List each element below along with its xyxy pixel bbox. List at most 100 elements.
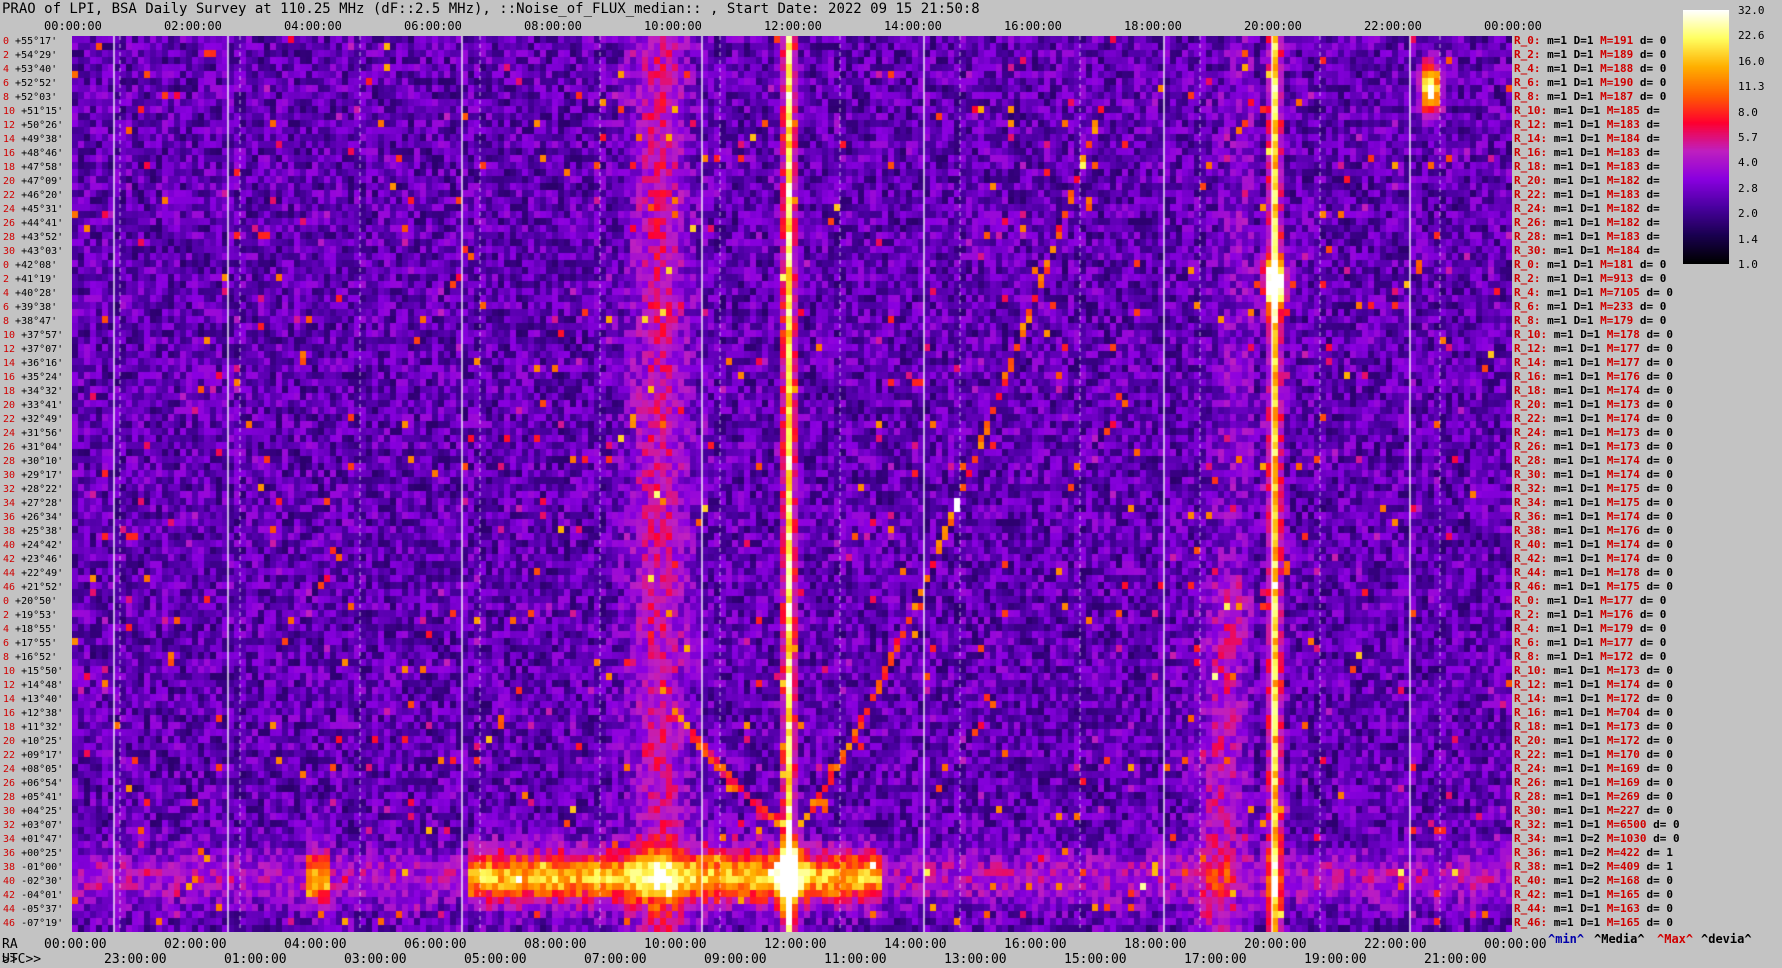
- declination-label: 8 +16°52': [3, 652, 58, 663]
- ra-axis-tick: 16:00:00: [1004, 937, 1067, 952]
- declination-label: 24 +08°05': [3, 764, 64, 775]
- receiver-row: R_14: m=1 D=1 M=184 d=: [1514, 132, 1660, 145]
- utc-axis-label: UTC>>: [2, 952, 42, 967]
- top-axis-tick: 06:00:00: [404, 19, 462, 33]
- colorbar-tick: 2.8: [1738, 181, 1758, 195]
- receiver-row: R_42: m=1 D=1 M=174 d= 0: [1514, 552, 1673, 565]
- receiver-row: R_16: m=1 D=1 M=176 d= 0: [1514, 370, 1673, 383]
- declination-label: 6 +52°52': [3, 78, 58, 89]
- declination-label: 18 +11°32': [3, 722, 64, 733]
- legend-max: ^Max^: [1657, 932, 1694, 946]
- receiver-row: R_12: m=1 D=1 M=174 d= 0: [1514, 678, 1673, 691]
- receiver-row: R_40: m=1 D=1 M=174 d= 0: [1514, 538, 1673, 551]
- ra-axis-tick: 18:00:00: [1124, 937, 1187, 952]
- declination-label: 22 +09°17': [3, 750, 64, 761]
- top-axis-tick: 18:00:00: [1124, 19, 1182, 33]
- top-axis-tick: 22:00:00: [1364, 19, 1422, 33]
- declination-label: 18 +47°58': [3, 162, 64, 173]
- receiver-row: R_4: m=1 D=1 M=188 d= 0: [1514, 62, 1667, 75]
- declination-label: 28 +05°41': [3, 792, 64, 803]
- receiver-row: R_30: m=1 D=1 M=184 d=: [1514, 244, 1660, 257]
- top-axis-tick: 00:00:00: [1484, 19, 1542, 33]
- declination-label: 44 -05°37': [3, 904, 64, 915]
- receiver-row: R_24: m=1 D=1 M=173 d= 0: [1514, 426, 1673, 439]
- receiver-row: R_30: m=1 D=1 M=174 d= 0: [1514, 468, 1673, 481]
- declination-label: 0 +42°08': [3, 260, 58, 271]
- declination-label: 26 +44°41': [3, 218, 64, 229]
- receiver-row: R_8: m=1 D=1 M=179 d= 0: [1514, 314, 1667, 327]
- declination-label: 4 +40°28': [3, 288, 58, 299]
- ra-axis-tick: 12:00:00: [764, 937, 827, 952]
- receiver-row: R_46: m=1 D=1 M=165 d= 0: [1514, 916, 1673, 929]
- declination-label: 2 +19°53': [3, 610, 58, 621]
- colorbar-tick: 8.0: [1738, 105, 1758, 119]
- receiver-row: R_10: m=1 D=1 M=185 d=: [1514, 104, 1660, 117]
- colorbar-tick: 1.4: [1738, 232, 1758, 246]
- declination-label: 14 +13°40': [3, 694, 64, 705]
- receiver-row: R_12: m=1 D=1 M=177 d= 0: [1514, 342, 1673, 355]
- receiver-row: R_34: m=1 D=2 M=1030 d= 0: [1514, 832, 1680, 845]
- declination-label: 14 +49°38': [3, 134, 64, 145]
- receiver-row: R_26: m=1 D=1 M=169 d= 0: [1514, 776, 1673, 789]
- declination-label: 16 +48°46': [3, 148, 64, 159]
- utc-axis-tick: 21:00:00: [1424, 952, 1487, 967]
- declination-label: 6 +39°38': [3, 302, 58, 313]
- receiver-row: R_38: m=1 D=1 M=176 d= 0: [1514, 524, 1673, 537]
- receiver-row: R_20: m=1 D=1 M=172 d= 0: [1514, 734, 1673, 747]
- ra-axis-tick: 20:00:00: [1244, 937, 1307, 952]
- ra-axis-tick: 04:00:00: [284, 937, 347, 952]
- declination-label: 14 +36°16': [3, 358, 64, 369]
- receiver-row: R_10: m=1 D=1 M=173 d= 0: [1514, 664, 1673, 677]
- top-axis-tick: 14:00:00: [884, 19, 942, 33]
- utc-axis-tick: 15:00:00: [1064, 952, 1127, 967]
- receiver-row: R_46: m=1 D=1 M=175 d= 0: [1514, 580, 1673, 593]
- receiver-row: R_6: m=1 D=1 M=177 d= 0: [1514, 636, 1667, 649]
- receiver-row: R_28: m=1 D=1 M=269 d= 0: [1514, 790, 1673, 803]
- receiver-row: R_22: m=1 D=1 M=174 d= 0: [1514, 412, 1673, 425]
- declination-label: 12 +37°07': [3, 344, 64, 355]
- colorbar-tick: 32.0: [1738, 4, 1765, 17]
- legend-devia: ^devia^: [1701, 932, 1752, 946]
- receiver-row: R_12: m=1 D=1 M=183 d=: [1514, 118, 1660, 131]
- declination-label: 16 +35°24': [3, 372, 64, 383]
- declination-label: 0 +20°50': [3, 596, 58, 607]
- declination-label: 28 +30°10': [3, 456, 64, 467]
- declination-label: 28 +43°52': [3, 232, 64, 243]
- declination-label: 32 +28°22': [3, 484, 64, 495]
- declination-label: 2 +41°19': [3, 274, 58, 285]
- receiver-row: R_2: m=1 D=1 M=189 d= 0: [1514, 48, 1667, 61]
- receiver-row: R_22: m=1 D=1 M=183 d=: [1514, 188, 1660, 201]
- ra-axis-tick: 22:00:00: [1364, 937, 1427, 952]
- heatmap-plot: [72, 36, 1512, 932]
- declination-label: 38 -01°00': [3, 862, 64, 873]
- declination-label: 44 +22°49': [3, 568, 64, 579]
- ra-axis-tick: 00:00:00: [44, 937, 107, 952]
- declination-label: 4 +18°55': [3, 624, 58, 635]
- top-axis-tick: 08:00:00: [524, 19, 582, 33]
- declination-label: 2 +54°29': [3, 50, 58, 61]
- declination-label: 24 +45°31': [3, 204, 64, 215]
- utc-axis-tick: 07:00:00: [584, 952, 647, 967]
- declination-label: 22 +32°49': [3, 414, 64, 425]
- ra-axis-tick: 10:00:00: [644, 937, 707, 952]
- receiver-row: R_14: m=1 D=1 M=177 d= 0: [1514, 356, 1673, 369]
- top-axis-tick: 20:00:00: [1244, 19, 1302, 33]
- utc-axis-tick: 03:00:00: [344, 952, 407, 967]
- declination-label: 30 +43°03': [3, 246, 64, 257]
- declination-label: 16 +12°38': [3, 708, 64, 719]
- declination-label: 42 +23°46': [3, 554, 64, 565]
- receiver-row: R_0: m=1 D=1 M=177 d= 0: [1514, 594, 1667, 607]
- top-axis-tick: 00:00:00: [44, 19, 102, 33]
- utc-axis-tick: 23:00:00: [104, 952, 167, 967]
- receiver-row: R_20: m=1 D=1 M=173 d= 0: [1514, 398, 1673, 411]
- colorbar-tick: 5.7: [1738, 131, 1758, 144]
- utc-axis-tick: 17:00:00: [1184, 952, 1247, 967]
- receiver-row: R_4: m=1 D=1 M=179 d= 0: [1514, 622, 1667, 635]
- declination-label: 10 +15°50': [3, 666, 64, 677]
- receiver-row: R_34: m=1 D=1 M=175 d= 0: [1514, 496, 1673, 509]
- receiver-row: R_16: m=1 D=1 M=704 d= 0: [1514, 706, 1673, 719]
- top-axis-tick: 04:00:00: [284, 19, 342, 33]
- ra-axis-tick: 14:00:00: [884, 937, 947, 952]
- receiver-row: R_44: m=1 D=1 M=178 d= 0: [1514, 566, 1673, 579]
- colorbar-tick: 22.6: [1738, 29, 1765, 43]
